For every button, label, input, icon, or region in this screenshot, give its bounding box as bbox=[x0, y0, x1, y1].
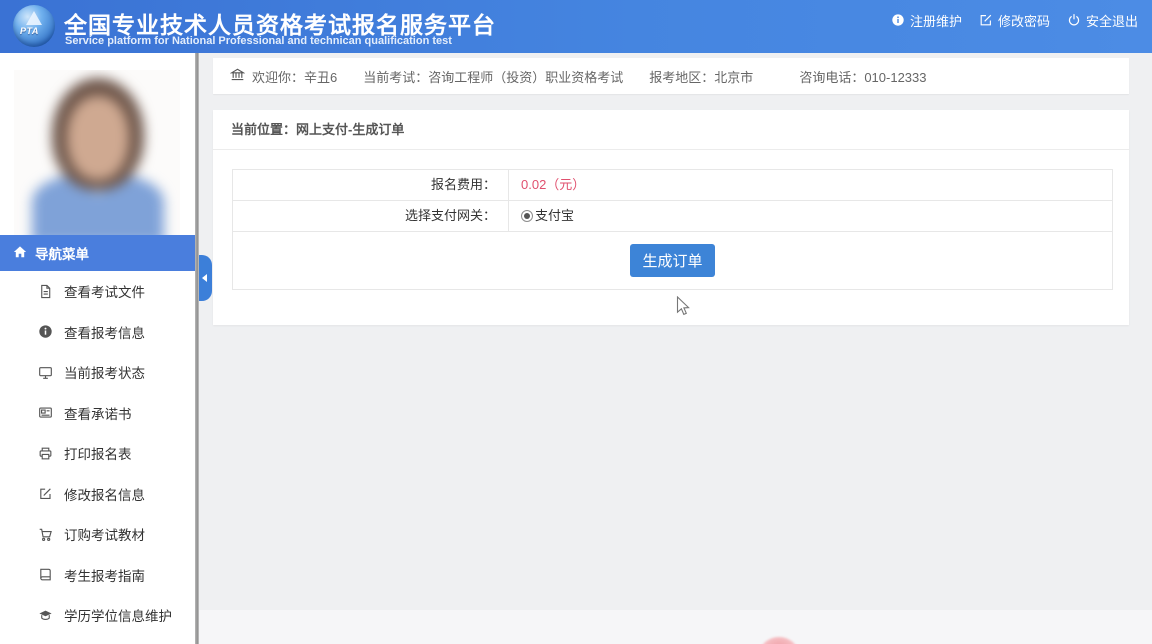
header-links: 注册维护 修改密码 安全退出 bbox=[891, 0, 1138, 40]
candidate-photo bbox=[14, 70, 180, 235]
consult-phone: 咨询电话：010-12333 bbox=[799, 67, 926, 86]
gateway-row: 选择支付网关： 支付宝 bbox=[233, 201, 1112, 232]
sidebar-item-modify-info[interactable]: 修改报名信息 bbox=[0, 474, 195, 515]
gateway-label: 选择支付网关： bbox=[233, 201, 509, 231]
change-password-link[interactable]: 修改密码 bbox=[979, 11, 1050, 30]
document-icon bbox=[38, 284, 53, 299]
bank-icon bbox=[230, 67, 252, 85]
welcome-user: 欢迎你：辛丑6 bbox=[252, 67, 337, 86]
monitor-icon bbox=[38, 365, 53, 380]
gateway-value: 支付宝 bbox=[509, 201, 1112, 231]
alipay-radio[interactable] bbox=[521, 210, 533, 222]
mouse-cursor bbox=[676, 296, 692, 323]
sidebar-item-commitment-letter[interactable]: 查看承诺书 bbox=[0, 393, 195, 434]
generate-order-button[interactable]: 生成订单 bbox=[630, 244, 714, 277]
welcome-bar: 欢迎你：辛丑6 当前考试：咨询工程师（投资）职业资格考试 报考地区：北京市 咨询… bbox=[213, 58, 1129, 94]
alipay-option-label: 支付宝 bbox=[535, 201, 574, 231]
fee-value: 0.02（元） bbox=[509, 170, 1112, 200]
graduation-icon bbox=[38, 608, 53, 623]
printer-icon bbox=[38, 446, 53, 461]
submit-row: 生成订单 bbox=[233, 232, 1112, 289]
register-maintenance-link[interactable]: 注册维护 bbox=[891, 11, 962, 30]
sidebar-item-education-maintenance[interactable]: 学历学位信息维护 bbox=[0, 595, 195, 636]
nav-menu-header: 导航菜单 bbox=[0, 235, 195, 271]
footer-area bbox=[199, 610, 1152, 644]
power-icon bbox=[1067, 13, 1081, 27]
sidebar-item-print-form[interactable]: 打印报名表 bbox=[0, 433, 195, 474]
payment-table: 报名费用： 0.02（元） 选择支付网关： 支付宝 生成订单 bbox=[232, 169, 1113, 290]
app-header: PTA 全国专业技术人员资格考试报名服务平台 Service platform … bbox=[0, 0, 1152, 53]
sidebar-item-order-materials[interactable]: 订购考试教材 bbox=[0, 514, 195, 555]
breadcrumb: 当前位置：网上支付-生成订单 bbox=[213, 110, 1129, 150]
cart-icon bbox=[38, 527, 53, 542]
fee-row: 报名费用： 0.02（元） bbox=[233, 170, 1112, 201]
pta-logo-icon: PTA bbox=[13, 5, 55, 47]
sidebar-item-candidate-guide[interactable]: 考生报考指南 bbox=[0, 555, 195, 596]
sidebar-item-exam-files[interactable]: 查看考试文件 bbox=[0, 271, 195, 312]
sidebar-divider bbox=[195, 53, 199, 644]
sidebar-menu: 查看考试文件 查看报考信息 当前报考状态 查看承诺书 打印报名表 修改报名信息 … bbox=[0, 271, 195, 636]
payment-panel: 当前位置：网上支付-生成订单 报名费用： 0.02（元） 选择支付网关： 支付宝… bbox=[213, 110, 1129, 325]
fee-label: 报名费用： bbox=[233, 170, 509, 200]
sidebar-item-registration-info[interactable]: 查看报考信息 bbox=[0, 312, 195, 353]
edit-icon bbox=[38, 486, 53, 501]
info-icon bbox=[38, 324, 53, 339]
sidebar-item-current-status[interactable]: 当前报考状态 bbox=[0, 352, 195, 393]
card-icon bbox=[38, 405, 53, 420]
info-icon bbox=[891, 13, 905, 27]
edit-icon bbox=[979, 13, 993, 27]
page-subtitle: Service platform for National Profession… bbox=[65, 35, 452, 47]
exam-region: 报考地区：北京市 bbox=[649, 67, 753, 86]
sidebar-collapse-tab[interactable] bbox=[199, 255, 212, 301]
current-exam: 当前考试：咨询工程师（投资）职业资格考试 bbox=[363, 67, 623, 86]
home-icon bbox=[13, 245, 27, 262]
sidebar: 导航菜单 查看考试文件 查看报考信息 当前报考状态 查看承诺书 打印报名表 修改… bbox=[0, 53, 195, 644]
book-icon bbox=[38, 567, 53, 582]
logout-link[interactable]: 安全退出 bbox=[1067, 11, 1138, 30]
